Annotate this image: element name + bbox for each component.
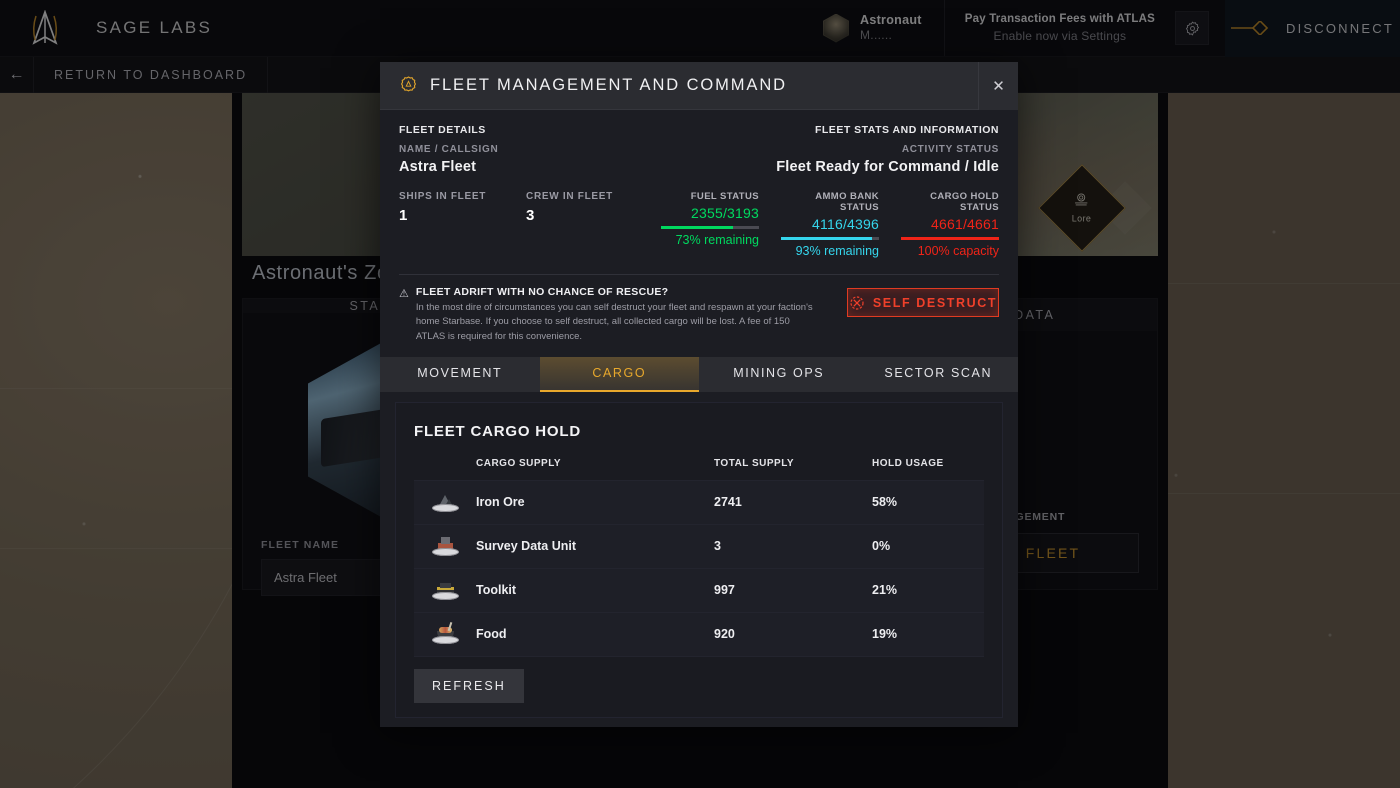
refresh-button[interactable]: REFRESH — [414, 668, 524, 703]
food-icon — [431, 621, 459, 644]
ammo-status-value: 4116/4396 — [812, 216, 879, 232]
cargo-total-supply: 920 — [714, 611, 872, 657]
self-destruct-icon — [850, 295, 864, 310]
self-destruct-section: ⚠ FLEET ADRIFT WITH NO CHANCE OF RESCUE?… — [380, 275, 1018, 344]
self-destruct-button[interactable]: SELF DESTRUCT — [847, 288, 999, 317]
cargo-total-supply: 997 — [714, 567, 872, 613]
cargo-name: Food — [476, 611, 714, 657]
fleet-details-header: FLEET DETAILS — [399, 124, 486, 136]
status-gauges: FUEL STATUS 2355/3193 73% remaining AMMO… — [661, 191, 999, 258]
modal-section-headers: FLEET DETAILS FLEET STATS AND INFORMATIO… — [380, 110, 1018, 136]
ammo-status-remaining: 93% remaining — [795, 244, 879, 258]
fleet-counts: SHIPS IN FLEET 1 CREW IN FLEET 3 — [399, 191, 613, 224]
fuel-status-label: FUEL STATUS — [690, 191, 759, 202]
fleet-cog-icon — [400, 76, 417, 92]
tab-sector-scan[interactable]: SECTOR SCAN — [859, 357, 1019, 392]
modal-tabs: MOVEMENT CARGO MINING OPS SECTOR SCAN — [380, 356, 1019, 392]
cargo-col-icon — [414, 458, 476, 481]
ammo-status-gauge: AMMO BANK STATUS 4116/4396 93% remaining — [781, 191, 879, 258]
cargo-icon-cell — [414, 567, 476, 613]
self-destruct-title: FLEET ADRIFT WITH NO CHANCE OF RESCUE? — [415, 286, 669, 298]
modal-body: FLEET DETAILS FLEET STATS AND INFORMATIO… — [380, 110, 1018, 727]
self-destruct-body: In the most dire of circumstances you ca… — [415, 302, 813, 342]
cargo-status-gauge: CARGO HOLD STATUS 4661/4661 100% capacit… — [901, 191, 999, 258]
fuel-status-value: 2355/3193 — [691, 205, 759, 221]
fleet-details-row: NAME / CALLSIGN Astra Fleet ACTIVITY STA… — [380, 136, 1018, 175]
name-callsign-value: Astra Fleet — [399, 159, 477, 175]
cargo-hold-usage: 58% — [872, 479, 984, 525]
cargo-status-remaining: 100% capacity — [917, 244, 999, 258]
tab-mining-ops[interactable]: MINING OPS — [699, 357, 859, 392]
cargo-hold-usage: 21% — [872, 567, 984, 613]
ships-in-fleet-value: 1 — [399, 207, 408, 224]
ammo-status-label: AMMO BANK STATUS — [815, 191, 879, 213]
cargo-col-total: TOTAL SUPPLY — [714, 457, 795, 469]
crew-in-fleet-label: CREW IN FLEET — [526, 191, 613, 202]
cargo-table-header-row: CARGO SUPPLY TOTAL SUPPLY HOLD USAGE — [414, 458, 984, 481]
cargo-icon-cell — [414, 523, 476, 569]
survey-data-unit-icon — [431, 534, 459, 556]
close-icon[interactable]: ✕ — [978, 62, 1018, 110]
table-row[interactable]: Toolkit 997 21% — [414, 567, 984, 613]
activity-status-value: Fleet Ready for Command / Idle — [776, 159, 999, 175]
cargo-icon-cell — [414, 611, 476, 657]
fleet-cargo-hold-heading: FLEET CARGO HOLD — [414, 422, 581, 440]
cargo-status-label: CARGO HOLD STATUS — [930, 191, 999, 213]
fleet-cargo-hold-card: FLEET CARGO HOLD CARGO SUPPLY TOTAL SUPP… — [395, 401, 1003, 718]
cargo-name: Survey Data Unit — [476, 523, 714, 569]
fleet-stats-row: SHIPS IN FLEET 1 CREW IN FLEET 3 FUEL ST… — [380, 175, 1018, 258]
fleet-stats-header: FLEET STATS AND INFORMATION — [814, 124, 999, 136]
cargo-hold-usage: 0% — [872, 523, 984, 569]
table-row[interactable]: Survey Data Unit 3 0% — [414, 523, 984, 569]
iron-ore-icon — [431, 490, 459, 512]
alert-circle-icon: ⚠ — [399, 288, 409, 300]
ships-in-fleet: SHIPS IN FLEET 1 — [399, 191, 486, 224]
modal-title: FLEET MANAGEMENT AND COMMAND — [430, 76, 787, 94]
modal-title-bar: FLEET MANAGEMENT AND COMMAND ✕ — [380, 62, 1018, 110]
cargo-hold-usage: 19% — [872, 611, 984, 657]
tab-cargo[interactable]: CARGO — [539, 356, 699, 392]
cargo-col-supply: CARGO SUPPLY — [476, 457, 562, 469]
self-destruct-label: SELF DESTRUCT — [872, 295, 998, 310]
cargo-total-supply: 2741 — [714, 479, 872, 525]
table-row[interactable]: Iron Ore 2741 58% — [414, 479, 984, 525]
app-root: Lore Astronaut's Zon STARBASE FLEET NAME… — [0, 0, 1400, 788]
crew-in-fleet: CREW IN FLEET 3 — [526, 191, 613, 224]
ships-in-fleet-label: SHIPS IN FLEET — [399, 191, 487, 202]
table-row[interactable]: Food 920 19% — [414, 611, 984, 657]
cargo-status-value: 4661/4661 — [931, 216, 999, 232]
fleet-management-modal: FLEET MANAGEMENT AND COMMAND ✕ FLEET DET… — [380, 62, 1018, 727]
cargo-total-supply: 3 — [714, 523, 872, 569]
name-callsign-label: NAME / CALLSIGN — [399, 144, 499, 155]
activity-status-label: ACTIVITY STATUS — [901, 144, 999, 155]
cargo-table: CARGO SUPPLY TOTAL SUPPLY HOLD USAGE Iro… — [414, 458, 984, 657]
cargo-col-usage: HOLD USAGE — [872, 457, 944, 469]
toolkit-icon — [431, 578, 459, 600]
tab-movement[interactable]: MOVEMENT — [380, 357, 540, 392]
cargo-name: Toolkit — [476, 567, 714, 613]
cargo-icon-cell — [414, 479, 476, 525]
fuel-status-gauge: FUEL STATUS 2355/3193 73% remaining — [661, 191, 759, 258]
crew-in-fleet-value: 3 — [526, 207, 535, 224]
cargo-name: Iron Ore — [476, 479, 714, 525]
fuel-status-remaining: 73% remaining — [675, 233, 759, 247]
